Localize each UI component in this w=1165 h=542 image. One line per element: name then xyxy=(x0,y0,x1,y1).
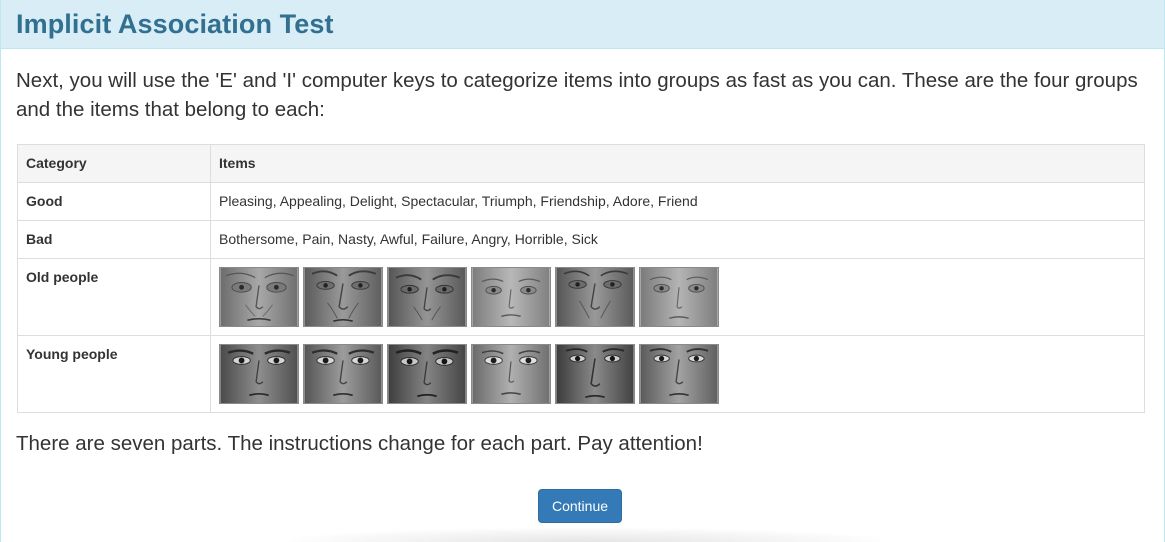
young-faces-gallery xyxy=(219,344,1136,404)
page: Implicit Association Test Next, you will… xyxy=(0,0,1165,542)
items-old-people xyxy=(210,258,1145,336)
category-young-people: Young people xyxy=(17,335,211,413)
items-young-people xyxy=(210,335,1145,413)
continue-button[interactable]: Continue xyxy=(538,489,622,523)
young-face-image xyxy=(219,344,299,404)
table-header-row: Category Items xyxy=(17,144,1145,183)
table-row-bad: Bad Bothersome, Pain, Nasty, Awful, Fail… xyxy=(17,220,1145,259)
intro-text: Next, you will use the 'E' and 'I' compu… xyxy=(16,69,1138,121)
items-column-header: Items xyxy=(210,144,1145,183)
instructions-text: There are seven parts. The instructions … xyxy=(16,432,703,455)
old-face-image xyxy=(387,267,467,327)
category-old-people: Old people xyxy=(17,258,211,336)
old-faces-gallery xyxy=(219,267,1136,327)
footer-shadow xyxy=(291,528,881,542)
old-face-image xyxy=(303,267,383,327)
category-column-header: Category xyxy=(17,144,211,183)
table-row-old-people: Old people xyxy=(17,258,1145,336)
table-row-good: Good Pleasing, Appealing, Delight, Spect… xyxy=(17,182,1145,221)
young-face-image xyxy=(555,344,635,404)
young-face-image xyxy=(639,344,719,404)
old-face-image xyxy=(639,267,719,327)
page-title: Implicit Association Test xyxy=(16,9,334,39)
items-good: Pleasing, Appealing, Delight, Spectacula… xyxy=(210,182,1145,221)
items-bad: Bothersome, Pain, Nasty, Awful, Failure,… xyxy=(210,220,1145,259)
table-row-young-people: Young people xyxy=(17,335,1145,413)
young-face-image xyxy=(387,344,467,404)
category-table: Category Items Good Pleasing, Appealing,… xyxy=(17,144,1145,413)
young-face-image xyxy=(303,344,383,404)
old-face-image xyxy=(555,267,635,327)
category-bad: Bad xyxy=(17,220,211,259)
page-header: Implicit Association Test xyxy=(1,0,1164,49)
young-face-image xyxy=(471,344,551,404)
category-good: Good xyxy=(17,182,211,221)
old-face-image xyxy=(219,267,299,327)
old-face-image xyxy=(471,267,551,327)
